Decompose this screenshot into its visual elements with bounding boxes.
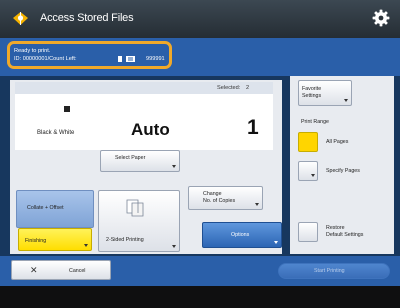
change-copies-label-1: Change	[203, 191, 222, 197]
restore-label-2: Default Settings	[326, 231, 364, 238]
screen-bezel	[0, 286, 400, 308]
collate-label: Collate + Offset	[27, 205, 64, 211]
restore-label-1: Restore	[326, 225, 345, 231]
duplex-page-icon	[126, 199, 144, 217]
printer-status-icon	[13, 12, 28, 25]
bottom-bar: ✕ Cancel Start Printing	[0, 256, 400, 286]
cancel-button[interactable]: ✕ Cancel	[11, 260, 111, 280]
select-paper-button[interactable]: Select Paper	[100, 150, 180, 172]
cancel-label: Cancel	[69, 268, 86, 274]
side-panel: Favorite Settings Print Range All Pages …	[290, 76, 394, 254]
specify-pages-label: Specify Pages	[326, 168, 360, 174]
finishing-button[interactable]: Finishing	[18, 228, 92, 251]
change-copies-button[interactable]: Change No. of Copies	[188, 186, 263, 210]
chevron-down-icon	[344, 99, 348, 102]
status-message: Ready to print.	[14, 48, 51, 54]
all-pages-option[interactable]	[298, 132, 318, 152]
chevron-down-icon	[172, 165, 176, 168]
restore-defaults-label: Restore Default Settings	[326, 225, 363, 239]
favorite-label-2: Settings	[302, 93, 322, 99]
select-paper-label: Select Paper	[115, 155, 146, 161]
color-mode-label: Black & White	[37, 130, 75, 136]
specify-pages-option[interactable]	[298, 161, 318, 181]
restore-defaults-button[interactable]	[298, 222, 318, 242]
chevron-down-icon	[274, 241, 278, 244]
copies-count: 1	[247, 116, 259, 139]
status-area: Ready to print. ID: 00000001/Count Left:…	[0, 38, 400, 76]
printer-icon	[118, 56, 122, 62]
change-copies-label-2: No. of Copies	[203, 198, 236, 204]
chevron-down-icon	[84, 244, 88, 247]
two-sided-label: 2-Sided Printing	[106, 237, 144, 243]
settings-summary: Selected: 2 Black & White Auto 1	[15, 82, 273, 150]
page-title: Access Stored Files	[40, 12, 134, 24]
two-sided-printing-button[interactable]: 2-Sided Printing	[98, 190, 180, 252]
close-icon: ✕	[30, 265, 38, 275]
counter-value: 999991	[146, 56, 165, 62]
counter-icon	[126, 56, 135, 62]
print-range-label: Print Range	[301, 119, 329, 125]
finishing-label: Finishing	[25, 238, 47, 244]
all-pages-label: All Pages	[326, 139, 349, 145]
selected-label: Selected:	[217, 85, 241, 91]
department-id-count: ID: 00000001/Count Left:	[14, 56, 77, 62]
favorite-label-1: Favorite	[302, 86, 322, 92]
favorite-settings-button[interactable]: Favorite Settings	[298, 80, 352, 106]
gear-icon[interactable]	[372, 9, 390, 27]
title-bar: Access Stored Files	[0, 0, 400, 38]
black-white-icon	[64, 106, 70, 112]
chevron-down-icon	[311, 174, 315, 177]
paper-setting: Auto	[131, 120, 170, 139]
selected-count: 2	[246, 85, 250, 91]
options-label: Options	[231, 232, 250, 238]
chevron-down-icon	[172, 245, 176, 248]
printer-screen: Access Stored Files Ready to print. ID: …	[0, 0, 400, 308]
main-settings-panel: Selected: 2 Black & White Auto 1 Select …	[10, 80, 282, 254]
chevron-down-icon	[255, 203, 259, 206]
start-printing-button[interactable]: Start Printing	[278, 263, 390, 279]
collate-offset-button[interactable]: Collate + Offset	[16, 190, 94, 228]
options-button[interactable]: Options	[202, 222, 282, 248]
summary-header: Selected: 2	[15, 82, 273, 94]
start-printing-label: Start Printing	[314, 268, 345, 274]
